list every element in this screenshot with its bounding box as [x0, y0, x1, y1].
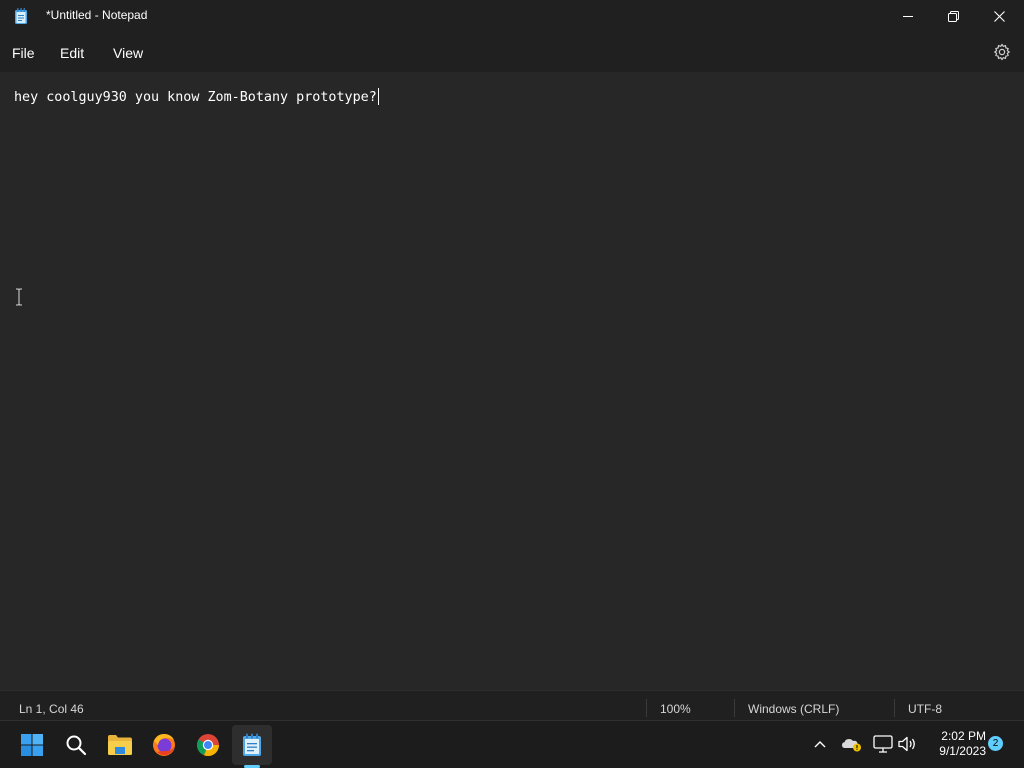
zoom-level: 100% — [660, 702, 691, 716]
onedrive-button[interactable] — [841, 733, 863, 755]
volume-button[interactable] — [896, 733, 918, 755]
menu-bar: File Edit View — [0, 32, 1024, 72]
onedrive-warning-icon — [842, 739, 861, 752]
menu-file[interactable]: File — [12, 45, 35, 61]
volume-icon — [898, 736, 915, 752]
search-button[interactable] — [56, 725, 96, 765]
window-title: *Untitled - Notepad — [46, 8, 148, 22]
search-icon — [66, 735, 87, 756]
close-icon — [993, 10, 1005, 22]
title-bar[interactable]: *Untitled - Notepad — [0, 0, 1024, 32]
network-ethernet-icon — [873, 735, 893, 753]
text-caret — [377, 88, 379, 105]
show-hidden-icons-button[interactable] — [809, 733, 831, 755]
clock[interactable]: 2:02 PM 9/1/2023 — [926, 729, 986, 759]
clock-time: 2:02 PM — [941, 729, 986, 743]
close-button[interactable] — [976, 0, 1022, 32]
notepad-app-icon — [14, 8, 28, 24]
status-bar: Ln 1, Col 46 100% Windows (CRLF) UTF-8 — [0, 690, 1024, 724]
minimize-button[interactable] — [885, 0, 931, 32]
status-separator — [734, 699, 735, 717]
status-separator — [646, 699, 647, 717]
editor-content-line[interactable]: hey coolguy930 you know Zom-Botany proto… — [14, 88, 379, 105]
clock-date: 9/1/2023 — [939, 744, 986, 758]
cursor-position: Ln 1, Col 46 — [19, 702, 84, 716]
restore-button[interactable] — [930, 0, 976, 32]
restore-icon — [947, 10, 959, 22]
status-separator — [894, 699, 895, 717]
chrome-icon — [196, 734, 220, 757]
folder-icon — [108, 735, 132, 755]
settings-button[interactable] — [992, 42, 1012, 62]
notepad-icon — [243, 733, 261, 756]
notification-badge[interactable]: 2 — [988, 736, 1003, 751]
firefox-icon — [153, 734, 175, 756]
ibeam-cursor-icon — [16, 288, 22, 306]
menu-edit[interactable]: Edit — [60, 45, 84, 61]
notepad-taskbar-button[interactable] — [232, 725, 272, 765]
network-button[interactable] — [872, 733, 894, 755]
encoding: UTF-8 — [908, 702, 942, 716]
firefox-button[interactable] — [144, 725, 184, 765]
gear-icon — [993, 43, 1011, 61]
chevron-up-icon — [814, 741, 826, 748]
file-explorer-button[interactable] — [100, 725, 140, 765]
windows-start-icon — [21, 734, 43, 756]
line-ending: Windows (CRLF) — [748, 702, 840, 716]
minimize-icon — [903, 16, 913, 17]
chrome-button[interactable] — [188, 725, 228, 765]
taskbar: 2:02 PM 9/1/2023 — [0, 720, 1024, 768]
text-editor[interactable]: hey coolguy930 you know Zom-Botany proto… — [0, 72, 1024, 690]
editor-text: hey coolguy930 you know Zom-Botany proto… — [14, 90, 377, 105]
start-button[interactable] — [12, 725, 52, 765]
menu-view[interactable]: View — [113, 45, 143, 61]
